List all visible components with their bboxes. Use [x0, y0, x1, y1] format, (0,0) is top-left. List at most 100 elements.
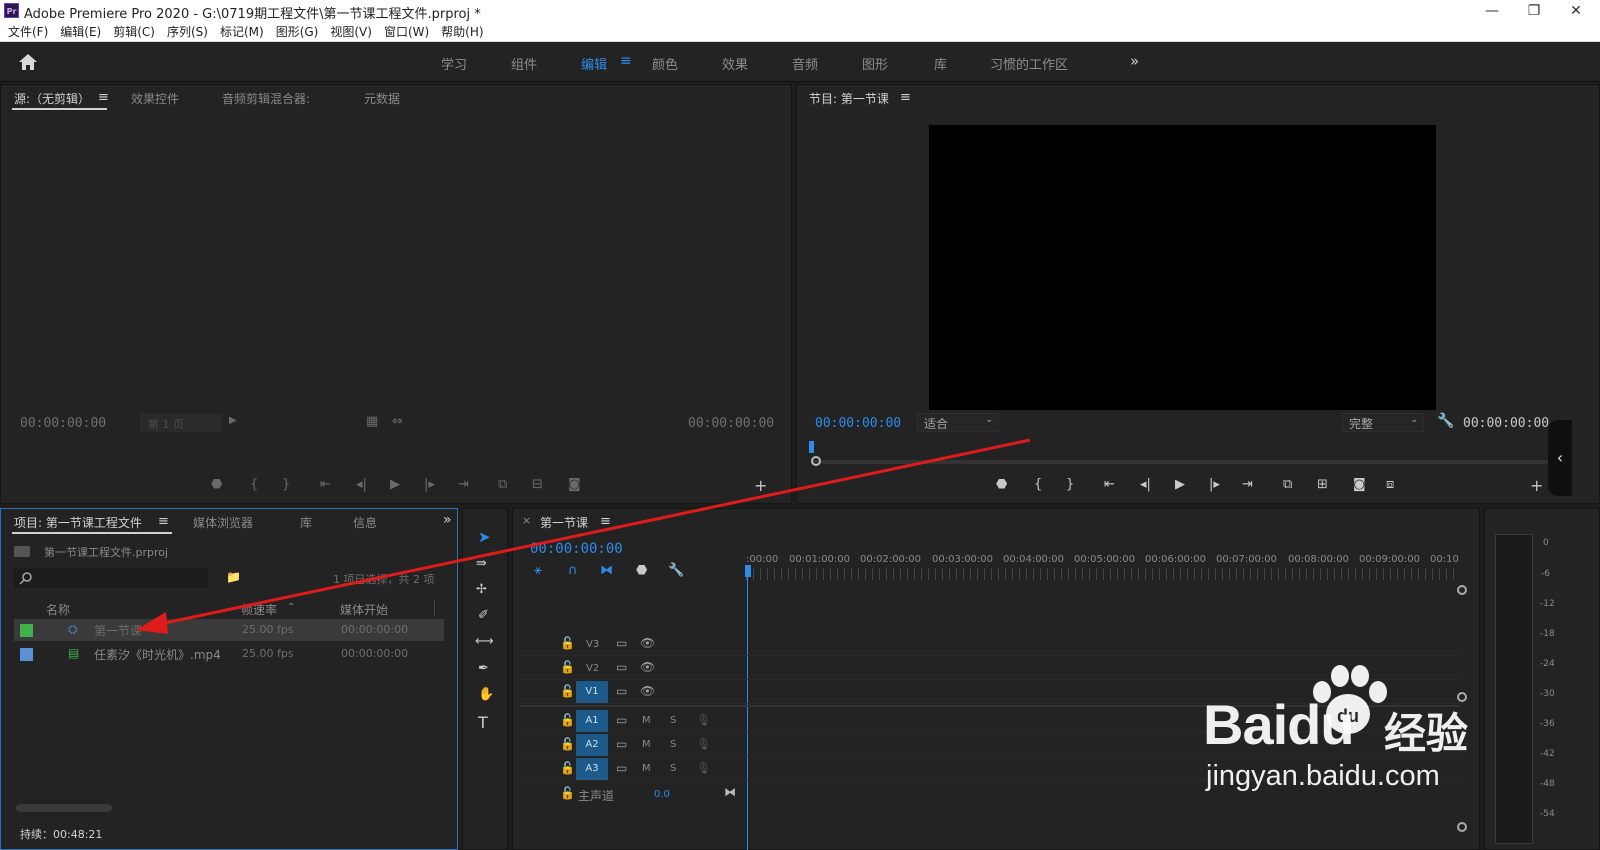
source-step-forward-icon[interactable]: |▸ — [424, 477, 435, 492]
source-playhead-timecode[interactable]: 00:00:00:00 — [20, 416, 106, 431]
scrollbar-left-handle[interactable] — [811, 456, 821, 466]
track-target-a1[interactable]: A1 — [576, 710, 608, 732]
sync-lock-icon[interactable]: ▭ — [616, 684, 627, 698]
tab-libraries[interactable]: 库 — [300, 514, 312, 531]
program-tab-menu-icon[interactable]: ≡ — [900, 90, 911, 105]
program-lift-icon[interactable]: ⧉ — [1283, 477, 1292, 492]
master-volume-value[interactable]: 0.0 — [654, 789, 670, 800]
timeline-settings-wrench-icon[interactable]: 🔧 — [668, 563, 684, 578]
restore-button[interactable]: ❐ — [1512, 0, 1556, 22]
sync-lock-icon[interactable]: ▭ — [616, 713, 627, 727]
program-monitor-title[interactable]: 节目: 第一节课 — [809, 90, 889, 107]
time-ruler-ticks[interactable] — [746, 568, 1458, 580]
menu-file[interactable]: 文件(F) — [2, 22, 54, 42]
menu-sequence[interactable]: 序列(S) — [161, 22, 214, 42]
source-overwrite-icon[interactable]: ⊟ — [532, 477, 543, 492]
slip-tool-icon[interactable]: ⟷ — [475, 634, 494, 649]
menu-edit[interactable]: 编辑(E) — [54, 22, 107, 42]
project-item-clip[interactable]: ▤ 任素汐《时光机》.mp4 25.00 fps 00:00:00:00 — [14, 643, 444, 665]
source-mark-in-icon[interactable]: { — [250, 477, 258, 492]
sort-ascending-icon[interactable]: ⌃ — [287, 602, 295, 613]
new-bin-from-search-icon[interactable]: 📁 — [226, 570, 241, 584]
timeline-playhead-timecode[interactable]: 00:00:00:00 — [530, 541, 623, 557]
selection-tool-icon[interactable]: ➤ — [478, 528, 491, 546]
track-target-a2[interactable]: A2 — [576, 734, 608, 756]
eye-icon[interactable]: 👁 — [640, 660, 655, 674]
microphone-icon[interactable]: 🎙 — [696, 713, 711, 727]
workspace-custom[interactable]: 习惯的工作区 — [990, 54, 1068, 73]
program-goto-in-icon[interactable]: ⇤ — [1104, 477, 1115, 492]
program-compare-icon[interactable]: ⧈ — [1386, 477, 1394, 492]
source-add-marker-icon[interactable]: ⬣ — [211, 477, 222, 492]
source-tab-menu-icon[interactable]: ≡ — [98, 90, 109, 105]
home-icon[interactable] — [18, 53, 38, 71]
close-sequence-icon[interactable]: × — [522, 514, 531, 527]
zoom-fit-select[interactable]: 适合 ⌄ — [917, 413, 999, 432]
sync-lock-icon[interactable]: ▭ — [616, 636, 627, 650]
source-add-button-icon[interactable]: + — [754, 476, 767, 495]
workspace-effects[interactable]: 效果 — [722, 54, 748, 73]
type-tool-icon[interactable]: T — [478, 713, 488, 732]
pen-tool-icon[interactable]: ✒ — [478, 661, 489, 676]
razor-tool-icon[interactable]: ✐ — [478, 608, 489, 623]
mute-button[interactable]: M — [642, 763, 651, 774]
solo-button[interactable]: S — [670, 739, 676, 750]
playback-resolution-select[interactable]: 完整 ⌄ — [1342, 413, 1424, 432]
program-goto-out-icon[interactable]: ⇥ — [1242, 477, 1253, 492]
linked-selection-icon[interactable]: ⧓ — [600, 563, 613, 578]
tab-audio-clip-mixer[interactable]: 音频剪辑混合器: — [222, 90, 310, 107]
workspace-more-button[interactable]: » — [1130, 52, 1139, 70]
program-step-forward-icon[interactable]: |▸ — [1209, 477, 1220, 492]
source-goto-in-icon[interactable]: ⇤ — [320, 477, 331, 492]
snap-magnet-icon[interactable]: ∩ — [568, 563, 578, 578]
lock-icon[interactable]: 🔓 — [560, 660, 575, 674]
hand-tool-icon[interactable]: ✋ — [478, 687, 494, 702]
lock-icon[interactable]: 🔓 — [560, 684, 575, 698]
program-play-icon[interactable]: ▶ — [1175, 477, 1185, 492]
project-search-input[interactable] — [14, 568, 208, 588]
tab-effect-controls[interactable]: 效果控件 — [131, 90, 179, 107]
workspace-libraries[interactable]: 库 — [934, 54, 947, 73]
workspace-editing[interactable]: 编辑 — [581, 54, 607, 73]
lock-icon[interactable]: 🔓 — [560, 786, 575, 800]
sync-lock-icon[interactable]: ▭ — [616, 660, 627, 674]
go-to-end-icon[interactable]: ⧓ — [724, 785, 736, 799]
program-add-marker-icon[interactable]: ⬣ — [996, 477, 1007, 492]
microphone-icon[interactable]: 🎙 — [696, 737, 711, 751]
program-mark-out-icon[interactable]: } — [1066, 477, 1074, 492]
project-item-sequence[interactable]: ⛭ 第一节课 25.00 fps 00:00:00:00 — [14, 619, 444, 641]
eye-icon[interactable]: 👁 — [640, 684, 655, 698]
source-goto-out-icon[interactable]: ⇥ — [458, 477, 469, 492]
track-target-v1[interactable]: V1 — [576, 681, 608, 703]
menu-clip[interactable]: 剪辑(C) — [107, 22, 161, 42]
menu-window[interactable]: 窗口(W) — [378, 22, 435, 42]
timeline-playhead-handle[interactable] — [745, 565, 751, 577]
source-settings-icon[interactable]: ▦ — [366, 414, 378, 429]
project-panel-more-button[interactable]: » — [443, 512, 452, 528]
column-media-start[interactable]: 媒体开始 — [340, 601, 388, 618]
tab-project[interactable]: 项目: 第一节课工程文件 — [14, 514, 142, 531]
menu-graphics[interactable]: 图形(G) — [270, 22, 325, 42]
workspace-graphics[interactable]: 图形 — [862, 54, 888, 73]
nest-toggle-icon[interactable]: ⚹ — [534, 563, 542, 578]
solo-button[interactable]: S — [670, 763, 676, 774]
column-name[interactable]: 名称 — [46, 601, 70, 618]
menu-markers[interactable]: 标记(M) — [214, 22, 270, 42]
timeline-tab-menu-icon[interactable]: ≡ — [600, 514, 611, 529]
tab-metadata[interactable]: 元数据 — [364, 90, 400, 107]
close-button[interactable]: ✕ — [1554, 0, 1598, 22]
track-target-a3[interactable]: A3 — [576, 758, 608, 780]
track-select-tool-icon[interactable]: ⇛ — [476, 556, 487, 571]
workspace-menu-icon[interactable]: ≡ — [620, 53, 632, 69]
vertical-zoom-handle[interactable] — [1457, 585, 1467, 595]
source-resize-icon[interactable]: ⇔ — [392, 414, 403, 429]
wrench-icon[interactable]: 🔧 — [1437, 413, 1454, 429]
program-zoom-scrollbar[interactable] — [812, 460, 1550, 464]
program-mark-in-icon[interactable]: { — [1034, 477, 1042, 492]
source-play-icon[interactable]: ▶ — [390, 477, 400, 492]
workspace-color[interactable]: 颜色 — [652, 54, 678, 73]
workspace-audio[interactable]: 音频 — [792, 54, 818, 73]
program-playhead-timecode[interactable]: 00:00:00:00 — [815, 416, 901, 431]
tab-info[interactable]: 信息 — [353, 514, 377, 531]
source-page-select[interactable]: 第 1 页 — [140, 414, 222, 432]
